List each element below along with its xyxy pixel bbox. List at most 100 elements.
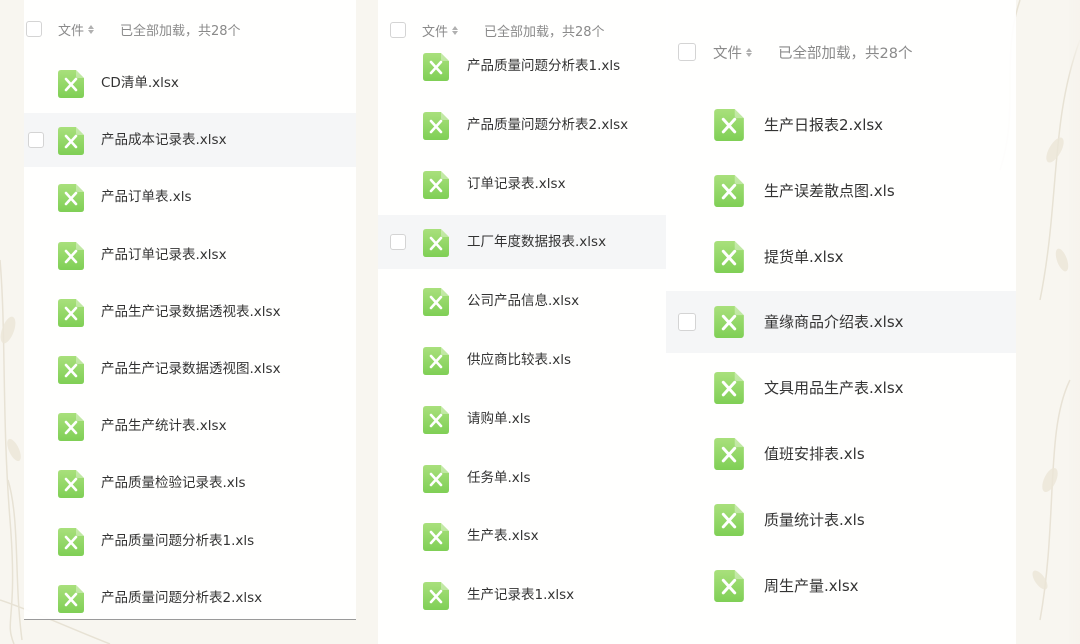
file-row[interactable]: 产品质量检验记录表.xls xyxy=(24,456,356,510)
excel-file-icon xyxy=(58,70,84,98)
sort-icon[interactable] xyxy=(746,46,752,58)
list-header: 文件 已全部加载，共28个 xyxy=(24,14,356,44)
excel-file-icon xyxy=(58,184,84,213)
file-row[interactable]: 生产表.xlsx xyxy=(378,509,668,563)
right-edge-fade xyxy=(1068,0,1080,644)
select-all-checkbox[interactable] xyxy=(390,22,406,38)
file-row[interactable]: 童缘商品介绍表.xlsx xyxy=(666,291,1016,354)
file-name[interactable]: 产品质量问题分析表1.xls xyxy=(101,514,254,568)
select-all-checkbox[interactable] xyxy=(26,21,42,37)
load-summary: 已全部加载，共28个 xyxy=(484,24,605,40)
file-row[interactable]: CD清单.xlsx xyxy=(24,56,356,110)
file-name[interactable]: 产品质量问题分析表2.xlsx xyxy=(467,98,628,152)
excel-file-icon xyxy=(714,240,744,273)
file-row[interactable]: 产品成本记录表.xlsx xyxy=(24,113,356,168)
file-name[interactable]: 生产记录表1.xlsx xyxy=(467,568,574,622)
file-name[interactable]: 生产日报表2.xlsx xyxy=(764,94,883,156)
excel-file-icon xyxy=(714,174,744,207)
sort-icon[interactable] xyxy=(88,23,95,35)
file-list-panel-3: 文件 已全部加载，共28个 生产日报表2.xlsx 生产误差散点图.xls 提货单.… xyxy=(666,0,1016,644)
file-name[interactable]: 产品质量问题分析表1.xls xyxy=(467,39,620,93)
file-name[interactable]: 请购单.xls xyxy=(467,392,531,446)
file-row[interactable]: 产品订单表.xls xyxy=(24,170,356,224)
file-name[interactable]: 文具用品生产表.xlsx xyxy=(764,357,904,419)
file-column-header[interactable]: 文件 xyxy=(422,21,459,40)
file-row[interactable]: 质量统计表.xls xyxy=(666,489,1016,551)
file-name[interactable]: 供应商比较表.xls xyxy=(467,333,571,387)
file-name[interactable]: 生产表.xlsx xyxy=(467,509,539,563)
row-checkbox[interactable] xyxy=(28,132,44,149)
excel-file-icon xyxy=(58,584,84,613)
excel-file-icon xyxy=(58,298,84,327)
file-row[interactable]: 产品生产记录数据透视图.xlsx xyxy=(24,342,356,396)
file-name[interactable]: 产品订单表.xls xyxy=(101,170,192,224)
excel-file-icon xyxy=(714,372,744,405)
file-row[interactable]: 供应商比较表.xls xyxy=(378,333,668,387)
excel-file-icon xyxy=(423,53,449,81)
file-row[interactable]: 工厂年度数据报表.xlsx xyxy=(378,215,668,270)
file-name[interactable]: CD清单.xlsx xyxy=(101,56,179,110)
file-row[interactable]: 值班安排表.xls xyxy=(666,423,1016,485)
excel-file-icon xyxy=(423,464,449,493)
row-checkbox[interactable] xyxy=(390,234,406,251)
excel-file-icon xyxy=(58,470,84,499)
file-name[interactable]: 产品生产统计表.xlsx xyxy=(101,399,227,453)
file-row[interactable]: 产品订单记录表.xlsx xyxy=(24,228,356,282)
sort-icon[interactable] xyxy=(452,24,459,36)
excel-file-icon xyxy=(423,229,449,258)
file-name[interactable]: 童缘商品介绍表.xlsx xyxy=(764,291,904,353)
file-row[interactable]: 请购单.xls xyxy=(378,392,668,446)
file-row[interactable]: 订单记录表.xlsx xyxy=(378,157,668,211)
file-name[interactable]: 工厂年度数据报表.xlsx xyxy=(467,215,606,269)
file-row[interactable]: 任务单.xls xyxy=(378,451,668,505)
excel-file-icon xyxy=(58,527,84,556)
excel-file-icon xyxy=(423,405,449,434)
file-column-header[interactable]: 文件 xyxy=(713,42,752,63)
file-list-panel-2: 文件 已全部加载，共28个 产品质量问题分析表1.xls 产品质量问题分析表2.x… xyxy=(378,0,668,644)
file-name[interactable]: 提货单.xlsx xyxy=(764,226,844,288)
file-row[interactable]: 公司产品信息.xlsx xyxy=(378,274,668,328)
file-row[interactable]: 产品生产记录数据透视表.xlsx xyxy=(24,285,356,339)
load-summary: 已全部加载，共28个 xyxy=(778,45,913,62)
excel-file-icon xyxy=(58,127,84,156)
file-column-header[interactable]: 文件 xyxy=(58,20,95,39)
excel-file-icon xyxy=(423,523,449,552)
excel-file-icon xyxy=(423,111,449,140)
file-name[interactable]: 公司产品信息.xlsx xyxy=(467,274,579,328)
file-name[interactable]: 订单记录表.xlsx xyxy=(467,157,566,211)
select-all-checkbox[interactable] xyxy=(678,43,696,61)
file-name[interactable]: 产品订单记录表.xlsx xyxy=(101,228,227,282)
file-name[interactable]: 周生产量.xlsx xyxy=(764,555,859,617)
file-row[interactable]: 产品质量问题分析表2.xlsx xyxy=(24,571,356,620)
file-row[interactable]: 提货单.xlsx xyxy=(666,226,1016,288)
excel-file-icon xyxy=(58,413,84,442)
file-name[interactable]: 产品生产记录数据透视图.xlsx xyxy=(101,342,281,396)
file-name[interactable]: 任务单.xls xyxy=(467,451,531,505)
excel-file-icon xyxy=(714,109,744,141)
file-name[interactable]: 生产误差散点图.xls xyxy=(764,160,895,222)
file-row[interactable]: 生产误差散点图.xls xyxy=(666,160,1016,222)
file-name[interactable]: 产品成本记录表.xlsx xyxy=(101,113,227,167)
file-name[interactable]: 产品质量检验记录表.xls xyxy=(101,456,246,510)
file-row[interactable]: 产品质量问题分析表2.xlsx xyxy=(378,98,668,152)
excel-file-icon xyxy=(714,569,744,602)
file-row[interactable]: 产品生产统计表.xlsx xyxy=(24,399,356,453)
excel-file-icon xyxy=(423,347,449,375)
file-row[interactable]: 文具用品生产表.xlsx xyxy=(666,357,1016,419)
file-row[interactable]: 生产记录表1.xlsx xyxy=(378,568,668,622)
file-row[interactable]: 生产日报表2.xlsx xyxy=(666,94,1016,156)
file-name[interactable]: 产品生产记录数据透视表.xlsx xyxy=(101,285,281,339)
file-name[interactable]: 质量统计表.xls xyxy=(764,489,865,551)
row-checkbox[interactable] xyxy=(678,313,696,332)
file-name[interactable]: 产品质量问题分析表2.xlsx xyxy=(101,571,262,620)
excel-file-icon xyxy=(714,438,744,470)
excel-file-icon xyxy=(423,288,449,317)
file-name[interactable]: 值班安排表.xls xyxy=(764,423,865,485)
file-row[interactable]: 周生产量.xlsx xyxy=(666,555,1016,617)
excel-file-icon xyxy=(714,503,744,536)
file-row[interactable]: 产品质量问题分析表1.xls xyxy=(24,514,356,568)
file-row[interactable]: 产品质量问题分析表1.xls xyxy=(378,39,668,93)
excel-file-icon xyxy=(58,241,84,270)
excel-file-icon xyxy=(423,170,449,199)
excel-file-icon xyxy=(58,356,84,384)
